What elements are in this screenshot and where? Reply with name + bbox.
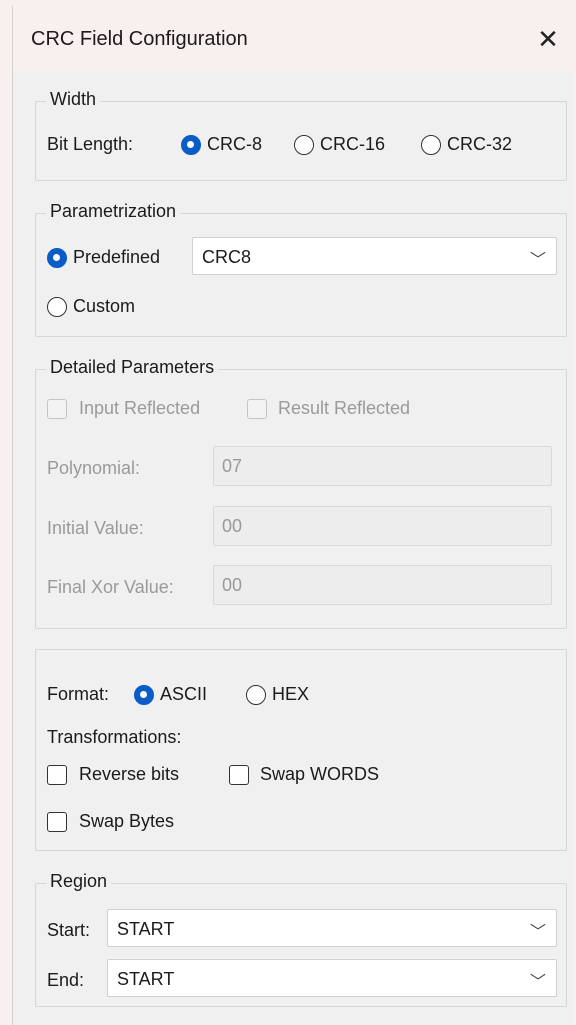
swap-words-checkbox[interactable] <box>229 765 249 785</box>
swap-words-label[interactable]: Swap WORDS <box>260 764 379 785</box>
ascii-radio[interactable] <box>134 685 154 705</box>
region-legend: Region <box>46 871 112 892</box>
initial-value: 00 <box>222 516 243 536</box>
crc8-radio[interactable] <box>181 135 201 155</box>
bit-length-label: Bit Length: <box>47 134 134 154</box>
parametrization-group: Parametrization Predefined CRC8 ﹀ Custom <box>35 201 567 337</box>
crc32-label[interactable]: CRC-32 <box>447 134 512 155</box>
crc32-radio[interactable] <box>421 135 441 155</box>
width-legend: Width <box>46 89 101 110</box>
reverse-bits-label[interactable]: Reverse bits <box>79 764 179 785</box>
initial-value-field[interactable]: 00 <box>213 506 552 546</box>
transformations-label: Transformations: <box>47 727 182 747</box>
input-reflected-checkbox[interactable] <box>47 399 67 419</box>
custom-label[interactable]: Custom <box>73 296 135 317</box>
format-group: Format: ASCII HEX Transformations: Rever… <box>35 649 567 851</box>
swap-bytes-label[interactable]: Swap Bytes <box>79 811 174 832</box>
region-group: Region Start: START ﹀ End: START ﹀ <box>35 871 567 1007</box>
width-group: Width Bit Length: CRC-8 CRC-16 CRC-32 <box>35 89 567 181</box>
polynomial-label: Polynomial: <box>47 458 141 478</box>
chevron-down-icon: ﹀ <box>529 974 546 991</box>
polynomial-value: 07 <box>222 456 243 476</box>
predefined-radio[interactable] <box>47 248 67 268</box>
custom-radio[interactable] <box>47 297 67 317</box>
format-label: Format: <box>47 684 110 704</box>
crc16-radio[interactable] <box>294 135 314 155</box>
crc8-label[interactable]: CRC-8 <box>207 134 262 155</box>
predefined-value: CRC8 <box>202 247 252 267</box>
start-dropdown[interactable]: START ﹀ <box>107 909 557 947</box>
chevron-down-icon: ﹀ <box>529 924 546 941</box>
final-xor-label: Final Xor Value: <box>47 577 174 597</box>
end-value: START <box>117 969 175 989</box>
polynomial-field[interactable]: 07 <box>213 446 552 486</box>
parametrization-legend: Parametrization <box>46 201 181 222</box>
start-value: START <box>117 919 175 939</box>
detailed-parameters-group: Detailed Parameters Input Reflected Resu… <box>35 357 567 629</box>
crc16-label[interactable]: CRC-16 <box>320 134 385 155</box>
predefined-label[interactable]: Predefined <box>73 247 160 268</box>
reverse-bits-checkbox[interactable] <box>47 765 67 785</box>
hex-radio[interactable] <box>246 685 266 705</box>
swap-bytes-checkbox[interactable] <box>47 812 67 832</box>
end-dropdown[interactable]: START ﹀ <box>107 959 557 997</box>
result-reflected-label[interactable]: Result Reflected <box>278 398 410 419</box>
predefined-dropdown[interactable]: CRC8 ﹀ <box>192 237 557 275</box>
crc-dialog: CRC Field Configuration ✕ Width Bit Leng… <box>12 6 574 1025</box>
close-button[interactable]: ✕ <box>522 6 574 72</box>
window-title: CRC Field Configuration <box>31 28 248 50</box>
hex-label[interactable]: HEX <box>272 684 309 705</box>
detailed-legend: Detailed Parameters <box>46 357 219 378</box>
end-label: End: <box>47 970 85 990</box>
close-icon: ✕ <box>537 23 559 54</box>
chevron-down-icon: ﹀ <box>529 252 546 269</box>
result-reflected-checkbox[interactable] <box>247 399 267 419</box>
start-label: Start: <box>47 920 91 940</box>
initial-value-label: Initial Value: <box>47 518 144 538</box>
title-bar: CRC Field Configuration ✕ <box>13 6 574 72</box>
input-reflected-label[interactable]: Input Reflected <box>79 398 200 419</box>
final-xor-value: 00 <box>222 575 243 595</box>
final-xor-field[interactable]: 00 <box>213 565 552 605</box>
ascii-label[interactable]: ASCII <box>160 684 207 705</box>
